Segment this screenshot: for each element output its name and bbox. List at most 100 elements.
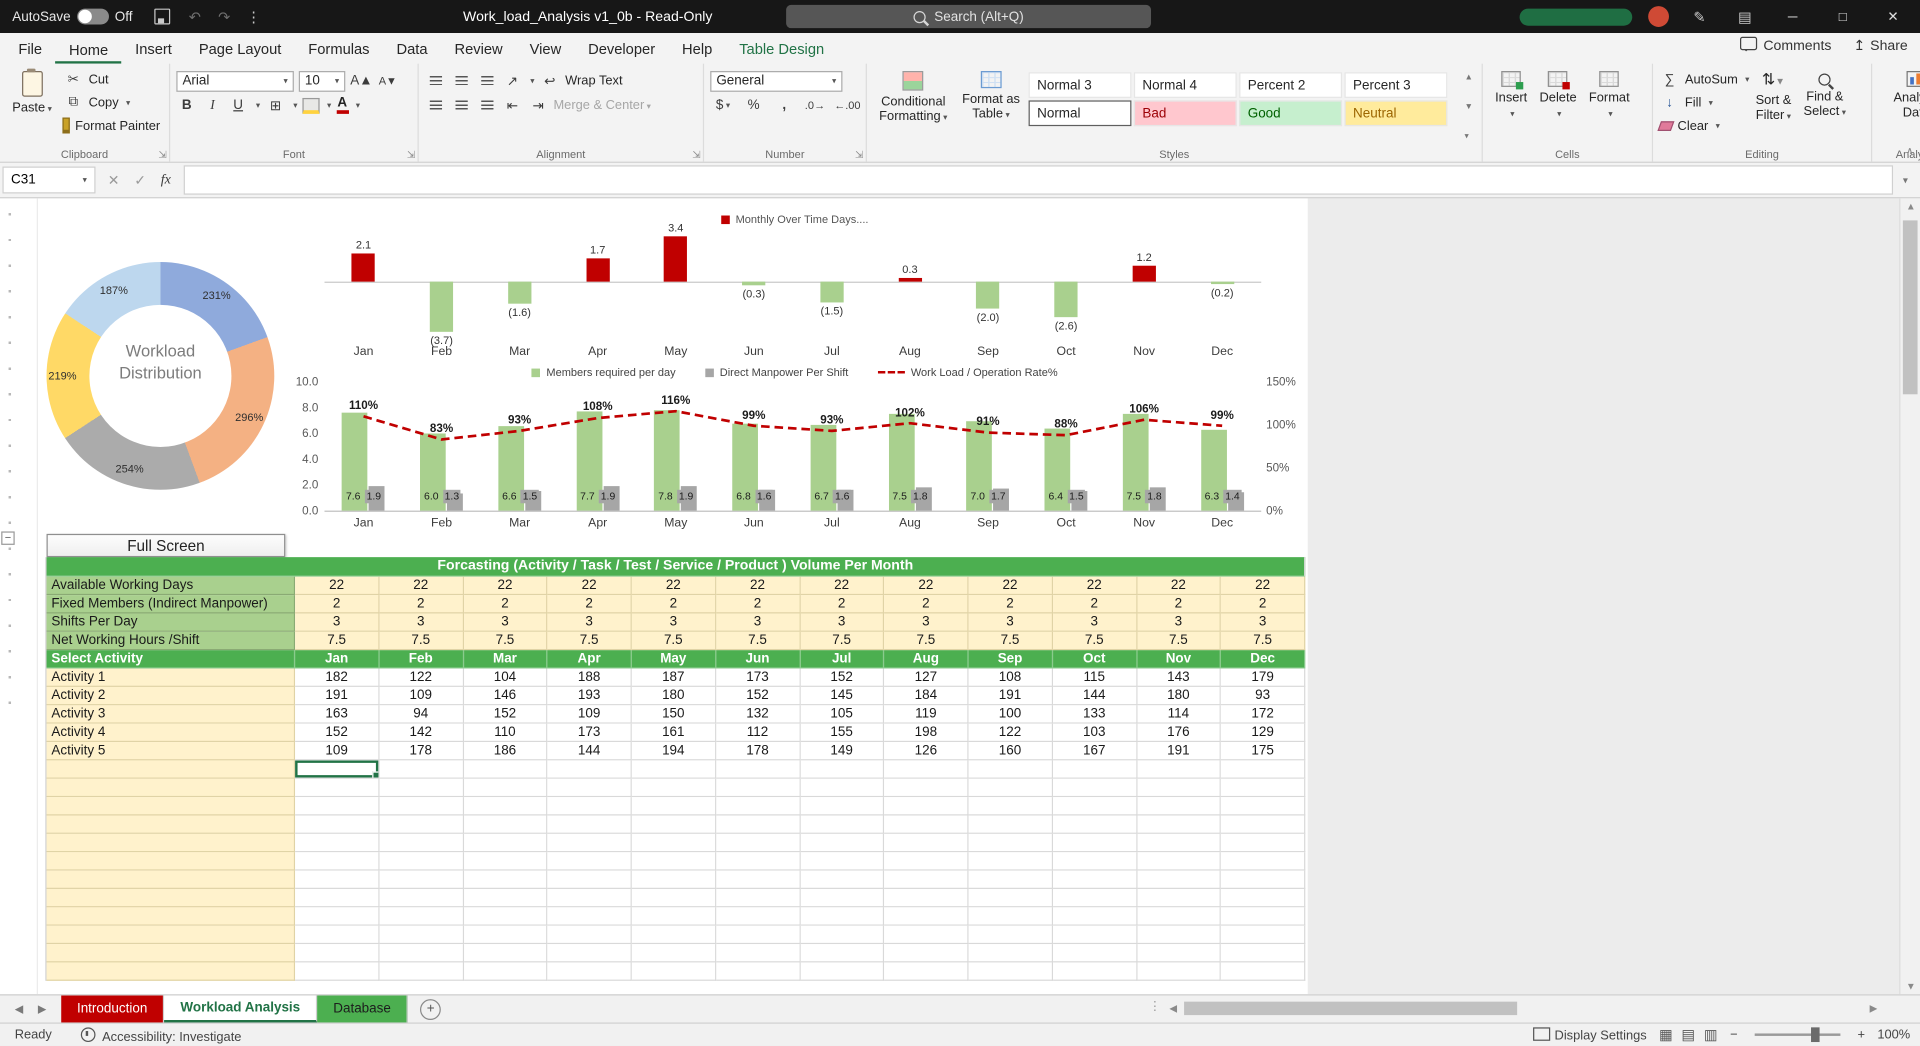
table-cell[interactable] <box>548 944 632 962</box>
editing-mode-icon[interactable]: ✎ <box>1685 8 1714 25</box>
find-select-button[interactable]: Find &Select▾ <box>1797 67 1852 143</box>
clear-button[interactable]: Clear▾ <box>1659 114 1749 137</box>
ribbon-tab-page-layout[interactable]: Page Layout <box>185 36 294 64</box>
table-cell[interactable] <box>548 760 632 778</box>
cell-style-normal-4[interactable]: Normal 4 <box>1134 72 1237 98</box>
insert-function-icon[interactable]: fx <box>161 173 171 188</box>
styles-scroll-up-icon[interactable]: ▲ <box>1464 73 1472 82</box>
table-cell[interactable] <box>1053 871 1137 889</box>
table-cell[interactable]: 2 <box>1221 595 1305 613</box>
table-cell[interactable]: 152 <box>716 687 800 705</box>
format-cells-button[interactable]: Format▾ <box>1583 67 1636 143</box>
cell-style-percent-2[interactable]: Percent 2 <box>1239 72 1342 98</box>
cut-button[interactable]: ✂Cut <box>63 67 160 90</box>
table-cell[interactable] <box>1053 852 1137 870</box>
quick-access-customize-icon[interactable]: ⋮ <box>239 8 268 25</box>
row-label-cell[interactable] <box>47 816 296 834</box>
table-cell[interactable] <box>800 926 884 944</box>
table-cell[interactable] <box>969 907 1053 925</box>
table-cell[interactable]: 7.5 <box>884 632 968 650</box>
clipboard-dialog-launcher[interactable]: ⇲ <box>158 149 166 160</box>
sheet-tab-workload-analysis[interactable]: Workload Analysis <box>164 996 317 1023</box>
table-cell[interactable] <box>800 760 884 778</box>
table-cell[interactable]: 7.5 <box>632 632 716 650</box>
table-cell[interactable]: Aug <box>884 650 968 668</box>
table-cell[interactable]: 22 <box>463 577 547 595</box>
table-cell[interactable]: 119 <box>884 705 968 723</box>
table-cell[interactable]: 22 <box>1053 577 1137 595</box>
font-dialog-launcher[interactable]: ⇲ <box>407 149 415 160</box>
table-cell[interactable] <box>1221 962 1305 980</box>
table-cell[interactable]: 2 <box>1053 595 1137 613</box>
table-cell[interactable] <box>463 889 547 907</box>
styles-more-icon[interactable]: ▾ <box>1464 131 1472 141</box>
table-cell[interactable] <box>379 871 463 889</box>
table-cell[interactable] <box>1137 907 1221 925</box>
table-cell[interactable] <box>632 962 716 980</box>
table-cell[interactable] <box>1053 926 1137 944</box>
table-cell[interactable]: 109 <box>379 687 463 705</box>
table-cell[interactable]: 22 <box>1221 577 1305 595</box>
underline-button[interactable]: U <box>228 95 249 116</box>
table-cell[interactable] <box>548 889 632 907</box>
ribbon-tab-data[interactable]: Data <box>383 36 441 64</box>
table-cell[interactable] <box>548 871 632 889</box>
row-label-cell[interactable] <box>47 889 296 907</box>
table-cell[interactable]: 2 <box>548 595 632 613</box>
table-cell[interactable]: 193 <box>548 687 632 705</box>
table-cell[interactable] <box>716 797 800 815</box>
row-label-cell[interactable] <box>47 852 296 870</box>
font-size-combo[interactable]: 10▾ <box>299 70 346 91</box>
table-cell[interactable]: 22 <box>800 577 884 595</box>
table-cell[interactable]: 129 <box>1221 724 1305 742</box>
table-cell[interactable]: Jun <box>716 650 800 668</box>
table-cell[interactable]: 146 <box>463 687 547 705</box>
table-cell[interactable] <box>969 926 1053 944</box>
accounting-format-icon[interactable]: $▾ <box>713 95 734 116</box>
cell-style-percent-3[interactable]: Percent 3 <box>1344 72 1447 98</box>
scroll-left-icon[interactable]: ◀ <box>1169 1003 1177 1014</box>
align-bottom-icon[interactable] <box>476 70 497 91</box>
table-cell[interactable]: Mar <box>463 650 547 668</box>
table-cell[interactable] <box>632 760 716 778</box>
sheet-tab-database[interactable]: Database <box>317 996 408 1023</box>
table-cell[interactable] <box>1221 834 1305 852</box>
table-cell[interactable]: 152 <box>295 724 379 742</box>
table-cell[interactable]: Feb <box>379 650 463 668</box>
table-cell[interactable]: 7.5 <box>1053 632 1137 650</box>
table-cell[interactable] <box>1221 944 1305 962</box>
increase-decimal-icon[interactable]: .0→ <box>804 95 825 116</box>
ribbon-tab-home[interactable]: Home <box>56 36 122 64</box>
row-label-cell[interactable]: Activity 5 <box>47 742 296 760</box>
formula-enter-icon[interactable]: ✓ <box>134 171 146 188</box>
table-cell[interactable] <box>969 797 1053 815</box>
table-cell[interactable] <box>1221 889 1305 907</box>
orientation-icon[interactable]: ↗ <box>502 70 523 91</box>
table-cell[interactable]: 7.5 <box>463 632 547 650</box>
table-cell[interactable]: 143 <box>1137 669 1221 687</box>
cell-style-neutral[interactable]: Neutral <box>1344 100 1447 126</box>
table-cell[interactable] <box>884 816 968 834</box>
table-cell[interactable]: 7.5 <box>548 632 632 650</box>
table-cell[interactable]: 132 <box>716 705 800 723</box>
table-cell[interactable] <box>548 962 632 980</box>
row-label-cell[interactable] <box>47 962 296 980</box>
table-cell[interactable] <box>1221 816 1305 834</box>
table-cell[interactable]: 187 <box>632 669 716 687</box>
table-cell[interactable] <box>463 760 547 778</box>
table-cell[interactable]: 114 <box>1137 705 1221 723</box>
table-cell[interactable] <box>295 871 379 889</box>
table-cell[interactable] <box>632 871 716 889</box>
table-cell[interactable] <box>379 834 463 852</box>
ribbon-tab-file[interactable]: File <box>5 36 56 64</box>
table-cell[interactable] <box>1137 889 1221 907</box>
table-cell[interactable]: Jul <box>800 650 884 668</box>
table-cell[interactable] <box>716 852 800 870</box>
table-cell[interactable] <box>969 779 1053 797</box>
row-label-cell[interactable]: Fixed Members (Indirect Manpower) <box>47 595 296 613</box>
table-cell[interactable] <box>884 779 968 797</box>
table-cell[interactable]: 7.5 <box>969 632 1053 650</box>
table-cell[interactable] <box>716 907 800 925</box>
table-cell[interactable] <box>379 852 463 870</box>
table-cell[interactable]: 191 <box>1137 742 1221 760</box>
